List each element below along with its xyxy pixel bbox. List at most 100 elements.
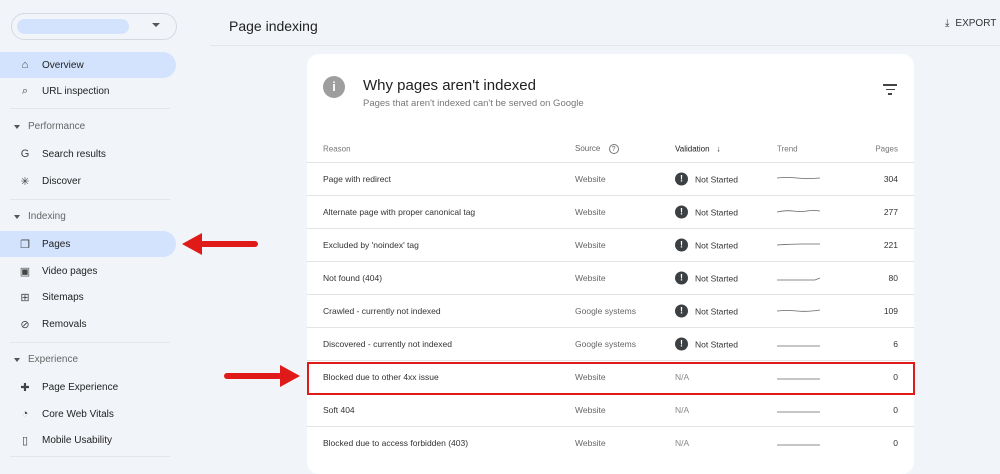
google-icon: G [20,148,30,160]
trend-sparkline [777,243,820,246]
source: Website [575,207,606,217]
table-row[interactable]: Not found (404) Website ! Not Started 80 [307,261,914,294]
sidebar-item-label: Mobile Usability [42,434,113,446]
chevron-down-icon [152,23,160,27]
divider [10,342,170,343]
arrow-right-annotation [224,365,300,387]
pages-count: 277 [883,207,898,217]
alert-icon: ! [675,205,688,219]
pages-count: 80 [888,273,898,283]
validation-status: ! Not Started [675,172,738,186]
source: Website [575,240,606,250]
trend-sparkline [777,210,820,213]
sidebar-item-url-inspection[interactable]: ⌕ URL inspection [0,78,176,104]
eye-off-icon: ⊘ [20,318,30,331]
gauge-icon: ◔ [21,408,29,420]
card-subtitle: Pages that aren't indexed can't be serve… [363,98,584,109]
arrow-left-annotation [182,233,258,255]
sidebar-item-label: Removals [42,318,87,330]
arrow-down-icon: ↓ [716,144,721,154]
sidebar-item-pages[interactable]: ❐ Pages [0,231,176,257]
trend-sparkline [777,411,820,413]
source: Google systems [575,339,636,349]
caret-down-icon [14,214,20,219]
pages-count: 0 [893,438,898,448]
card-title: Why pages aren't indexed [363,77,536,94]
validation-status: ! Not Started [675,271,738,285]
trend-sparkline [777,177,820,179]
sidebar-item-label: Pages [42,238,71,250]
pages-count: 0 [893,405,898,415]
help-icon[interactable]: ? [608,144,619,154]
caret-down-icon [14,124,20,129]
table-row[interactable]: Excluded by 'noindex' tag Website ! Not S… [307,228,914,261]
validation-status: ! Not Started [675,337,738,351]
sidebar-item-label: Sitemaps [42,291,84,303]
section-label: Performance [28,121,86,132]
sidebar-item-removals[interactable]: ⊘ Removals [0,311,176,337]
caret-down-icon [14,357,20,362]
source: Google systems [575,306,636,316]
reason: Alternate page with proper canonical tag [323,207,476,217]
sidebar-item-overview[interactable]: ⌂ Overview [0,52,176,78]
section-performance[interactable]: Performance [14,121,85,132]
filter-icon[interactable] [883,84,897,98]
trend-sparkline [777,277,820,281]
trend-sparkline [777,345,820,347]
sidebar-item-core-web-vitals[interactable]: ◔ Core Web Vitals [0,401,176,427]
divider [10,108,170,109]
reason: Soft 404 [323,405,355,415]
export-label: EXPORT [955,18,997,29]
pages-count: 109 [883,306,898,316]
plus-circle-icon: ✚ [20,381,30,394]
column-reason[interactable]: Reason [323,145,351,154]
section-experience[interactable]: Experience [14,354,78,365]
phone-icon: ▯ [21,434,29,447]
property-selector[interactable] [11,13,177,40]
column-source[interactable]: Source ? [575,144,619,154]
sidebar-item-search-results[interactable]: G Search results [0,141,176,167]
source: Website [575,273,606,283]
alert-icon: ! [675,172,688,186]
column-trend: Trend [777,144,798,154]
why-not-indexed-card: i Why pages aren't indexed Pages that ar… [307,54,914,474]
sidebar-item-video-pages[interactable]: ▣ Video pages [0,258,176,284]
asterisk-icon: ✳ [20,175,30,188]
table-row[interactable]: Crawled - currently not indexed Google s… [307,294,914,327]
sidebar-item-sitemaps[interactable]: ⊞ Sitemaps [0,284,176,310]
table-row[interactable]: Page with redirect Website ! Not Started … [307,162,914,195]
table-row[interactable]: Soft 404 Website N/A 0 [307,393,914,426]
alert-icon: ! [675,337,688,351]
page-title: Page indexing [229,18,318,34]
reason: Blocked due to access forbidden (403) [323,438,469,448]
highlight-box [307,362,915,395]
home-icon: ⌂ [21,59,29,71]
export-button[interactable]: ⤓ EXPORT [945,18,996,29]
video-pages-icon: ▣ [19,265,31,278]
sidebar-item-label: Video pages [42,265,98,277]
pages-icon: ❐ [20,238,30,251]
pages-count: 6 [893,339,898,349]
column-pages[interactable]: Pages [875,145,898,154]
table-row[interactable]: Discovered - currently not indexed Googl… [307,327,914,360]
section-label: Experience [28,354,79,365]
sidebar: ⌂ Overview ⌕ URL inspection G Search results ✳… [0,0,190,462]
top-bar [210,0,1000,46]
source: Website [575,174,606,184]
sidebar-item-mobile-usability[interactable]: ▯ Mobile Usability [0,427,176,453]
table-row[interactable]: Alternate page with proper canonical tag… [307,195,914,228]
sidebar-item-label: Page Experience [42,381,119,393]
validation-status: N/A [675,405,690,415]
divider [10,456,170,457]
validation-status: ! Not Started [675,304,738,318]
alert-icon: ! [675,271,688,285]
column-validation[interactable]: Validation ↓ [675,145,721,154]
reason: Not found (404) [323,273,383,283]
sidebar-item-label: Search results [42,148,106,160]
section-indexing[interactable]: Indexing [14,211,66,222]
table-row[interactable]: Blocked due to access forbidden (403) We… [307,426,914,459]
validation-status: ! Not Started [675,205,738,219]
sidebar-item-page-experience[interactable]: ✚ Page Experience [0,374,176,400]
sitemap-icon: ⊞ [20,291,30,304]
sidebar-item-discover[interactable]: ✳ Discover [0,168,176,194]
